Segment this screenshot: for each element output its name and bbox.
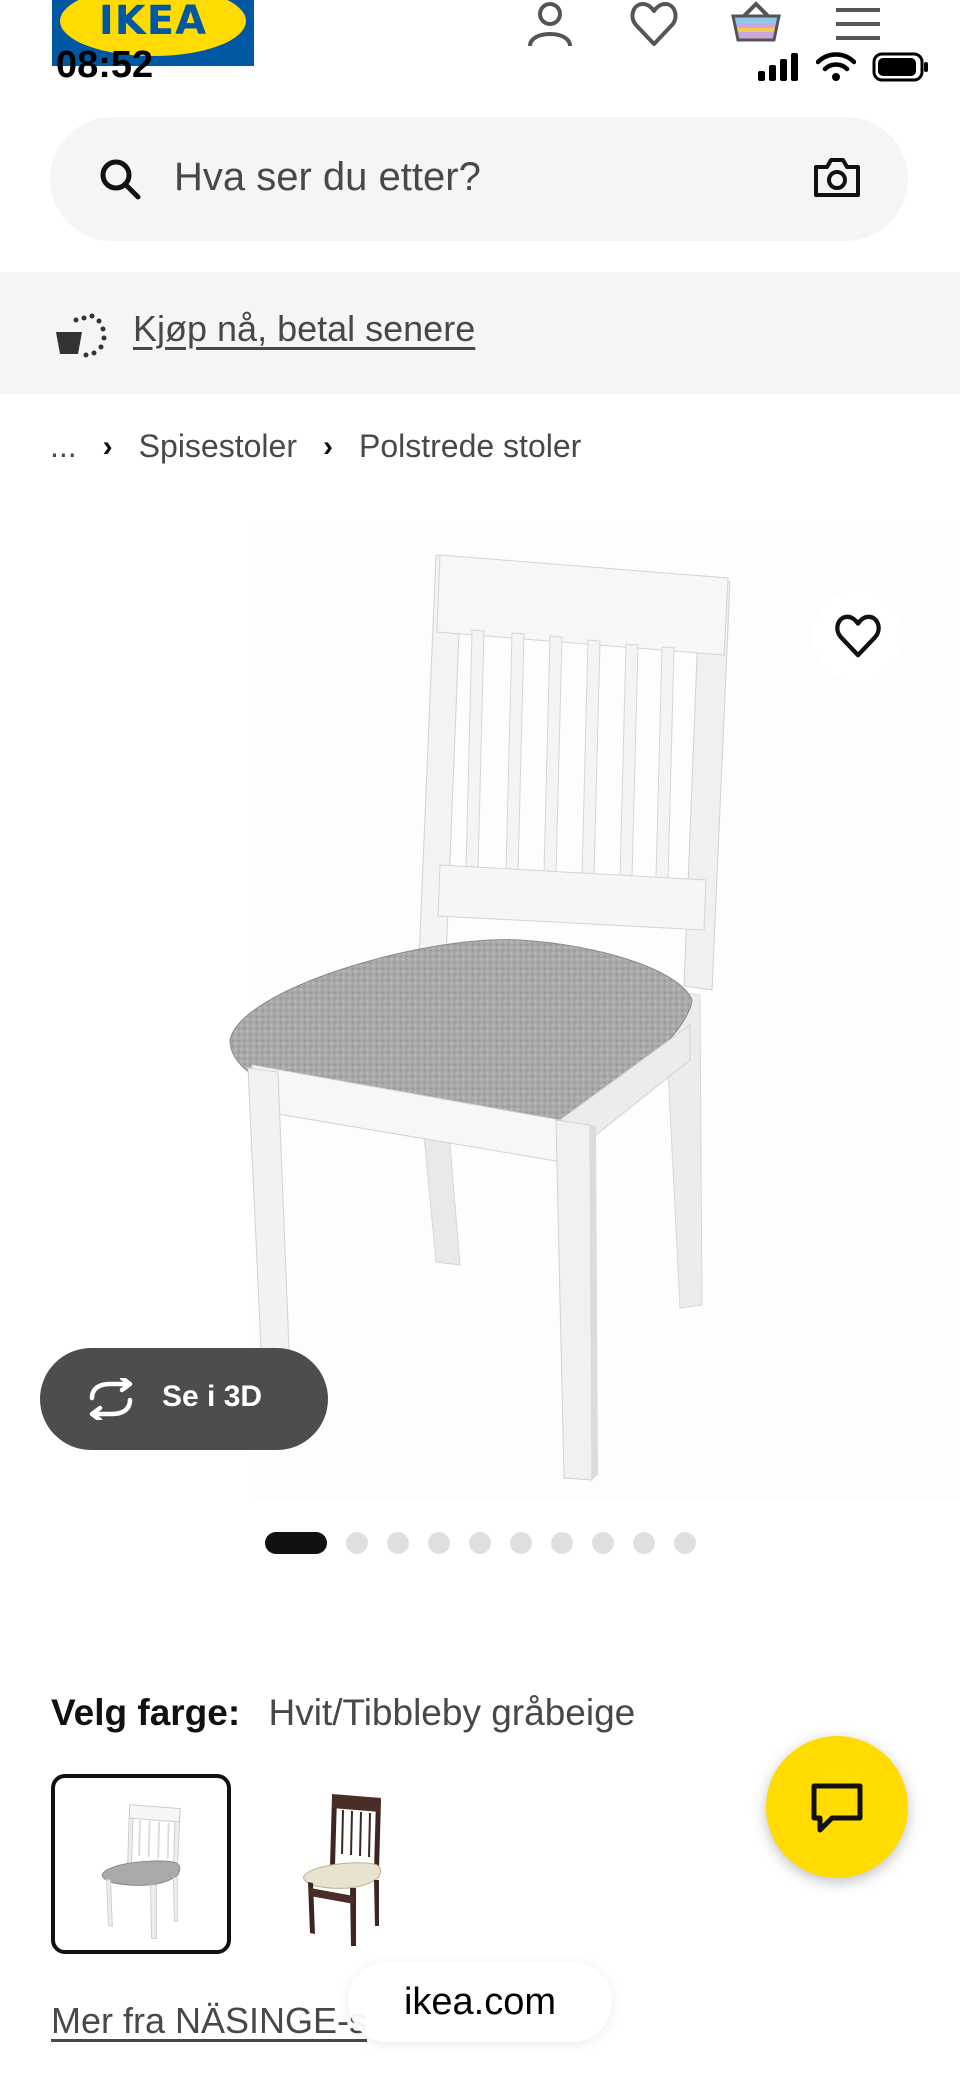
- carousel-dot[interactable]: [428, 1532, 450, 1554]
- brown-chair-thumbnail: [303, 1794, 382, 1946]
- breadcrumb: ... › Spisestoler › Polstrede stoler: [50, 428, 581, 465]
- breadcrumb-item-spisestoler[interactable]: Spisestoler: [139, 428, 297, 465]
- chat-button[interactable]: [766, 1736, 908, 1878]
- search-input[interactable]: Hva ser du etter?: [174, 155, 481, 200]
- battery-icon: [872, 52, 928, 82]
- breadcrumb-ellipsis[interactable]: ...: [50, 428, 77, 465]
- view-3d-label: Se i 3D: [162, 1380, 263, 1413]
- user-icon[interactable]: [524, 0, 576, 48]
- chevron-right-icon: ›: [322, 429, 333, 463]
- wifi-icon: [816, 52, 856, 81]
- browser-url-bar[interactable]: ikea.com: [348, 1962, 612, 2042]
- color-value: Hvit/Tibbleby gråbeige: [268, 1692, 636, 1733]
- heart-icon: [835, 614, 881, 658]
- camera-icon[interactable]: [812, 155, 862, 199]
- pay-later-link[interactable]: Kjøp nå, betal senere: [133, 308, 475, 350]
- search-icon[interactable]: [98, 157, 142, 201]
- color-selection: Velg farge: Hvit/Tibbleby gråbeige: [51, 1692, 635, 1734]
- chat-icon: [811, 1783, 863, 1833]
- product-page: IKEA 08:52 Hva ser du etter? Kjøp nå, be…: [0, 0, 960, 2079]
- cellular-signal-icon: [758, 53, 798, 81]
- search-bar[interactable]: Hva ser du etter?: [50, 117, 908, 241]
- menu-icon[interactable]: [832, 0, 884, 48]
- carousel-dot[interactable]: [592, 1532, 614, 1554]
- breadcrumb-item-polstrede-stoler[interactable]: Polstrede stoler: [359, 428, 581, 465]
- carousel-dot[interactable]: [265, 1532, 327, 1554]
- chevron-right-icon: ›: [102, 429, 113, 463]
- carousel-dot[interactable]: [510, 1532, 532, 1554]
- carousel-dot[interactable]: [551, 1532, 573, 1554]
- favourite-button[interactable]: [812, 590, 904, 682]
- status-time: 08:52: [56, 44, 154, 86]
- carousel-dot[interactable]: [633, 1532, 655, 1554]
- color-option-brown[interactable]: [236, 1774, 416, 1954]
- white-chair-thumbnail: [101, 1804, 181, 1940]
- view-3d-button[interactable]: Se i 3D: [40, 1348, 328, 1450]
- carousel-dot[interactable]: [469, 1532, 491, 1554]
- series-link[interactable]: Mer fra NÄSINGE-s: [51, 2000, 367, 2042]
- carousel-dot[interactable]: [674, 1532, 696, 1554]
- carousel-dot[interactable]: [346, 1532, 368, 1554]
- status-icons: [758, 52, 930, 82]
- logo-text: IKEA: [98, 0, 208, 44]
- color-option-white[interactable]: [51, 1774, 231, 1954]
- cart-icon[interactable]: [730, 0, 782, 48]
- heart-icon[interactable]: [628, 0, 680, 48]
- image-carousel-dots: [265, 1532, 696, 1554]
- carousel-dot[interactable]: [387, 1532, 409, 1554]
- promo-banner: Kjøp nå, betal senere: [0, 272, 960, 394]
- color-label: Velg farge:: [51, 1692, 241, 1733]
- rotate-3d-icon: [89, 1378, 133, 1420]
- pay-later-icon: [56, 313, 107, 358]
